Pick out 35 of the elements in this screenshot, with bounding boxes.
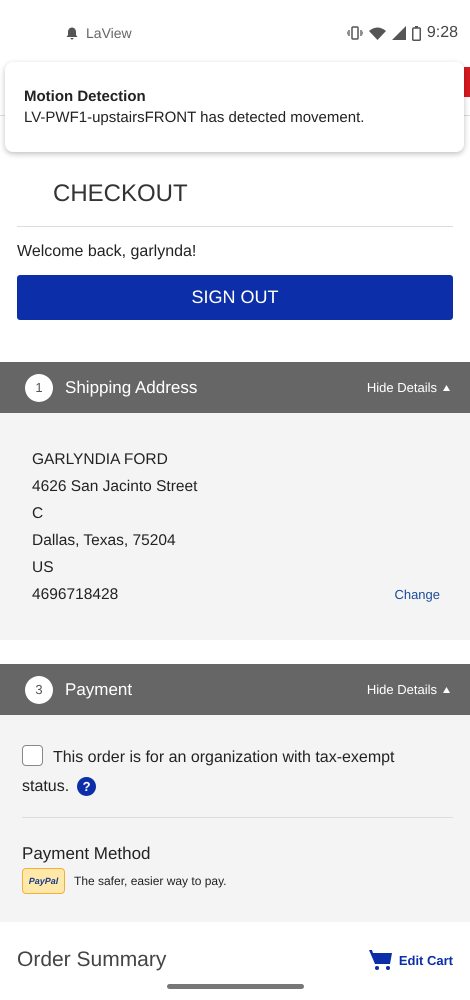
hide-details-toggle[interactable]: Hide Details	[366, 380, 450, 395]
wifi-icon	[368, 26, 386, 40]
app-name: LaView	[86, 25, 132, 41]
welcome-text: Welcome back, garlynda!	[17, 243, 198, 261]
paypal-logo[interactable]: PayPal	[22, 868, 65, 894]
help-icon[interactable]: ?	[77, 777, 96, 796]
address-line: 4626 San Jacinto Street	[32, 478, 198, 496]
address-line: 4696718428	[32, 586, 120, 604]
hide-details-toggle[interactable]: Hide Details	[366, 682, 450, 697]
paypal-tagline: The safer, easier way to pay.	[74, 874, 227, 888]
notification-card[interactable]: Motion Detection LV-PWF1-upstairsFRONT has detected movement.	[5, 62, 464, 152]
order-summary-title: Order Summary	[17, 948, 168, 972]
address-line: US	[32, 559, 55, 577]
sign-out-button[interactable]: SIGN OUT	[17, 275, 453, 320]
step-number: 3	[25, 676, 53, 704]
bell-icon	[66, 26, 78, 40]
address-line: Dallas, Texas, 75204	[32, 532, 177, 550]
step-number: 1	[25, 374, 53, 402]
caret-icon	[443, 384, 450, 390]
notification-title: Motion Detection	[24, 88, 147, 105]
signal-icon	[392, 26, 406, 40]
edit-cart-link[interactable]: Edit Cart	[368, 949, 453, 971]
address-line: C	[32, 505, 44, 523]
payment-method-label: Payment Method	[22, 844, 152, 864]
cart-icon	[368, 949, 393, 971]
checkbox[interactable]	[22, 745, 43, 766]
section-title: Shipping Address	[65, 378, 198, 398]
caret-icon	[443, 686, 450, 692]
tax-exempt-label: This order is for an organization with tax-exempt status. ?	[22, 743, 453, 818]
address-line: GARLYNDIA FORD	[32, 451, 169, 469]
change-link[interactable]: Change	[394, 587, 440, 602]
vibrate-icon	[346, 26, 363, 40]
battery-icon	[412, 26, 421, 40]
clock: 9:28	[426, 24, 458, 42]
section-title: Payment	[65, 680, 134, 700]
